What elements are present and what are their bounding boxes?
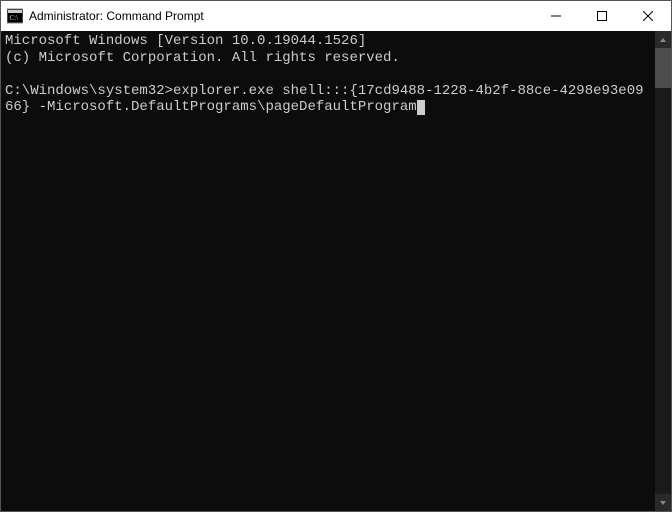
window-controls: [533, 1, 671, 31]
scroll-track[interactable]: [655, 48, 671, 494]
terminal-line: (c) Microsoft Corporation. All rights re…: [5, 50, 400, 66]
scroll-thumb[interactable]: [655, 48, 671, 88]
minimize-button[interactable]: [533, 1, 579, 31]
close-button[interactable]: [625, 1, 671, 31]
window-title: Administrator: Command Prompt: [29, 9, 204, 23]
vertical-scrollbar[interactable]: [655, 31, 671, 511]
titlebar[interactable]: C:\ Administrator: Command Prompt: [1, 1, 671, 31]
client-area: Microsoft Windows [Version 10.0.19044.15…: [1, 31, 671, 511]
terminal-output[interactable]: Microsoft Windows [Version 10.0.19044.15…: [1, 31, 655, 511]
terminal-prompt-line: C:\Windows\system32>explorer.exe shell::…: [5, 83, 644, 116]
command-prompt-window: C:\ Administrator: Command Prompt Micros…: [0, 0, 672, 512]
prompt-path: C:\Windows\system32>: [5, 83, 173, 99]
cmd-icon: C:\: [7, 8, 23, 24]
scroll-down-arrow-icon[interactable]: [655, 494, 671, 511]
maximize-button[interactable]: [579, 1, 625, 31]
text-cursor: [417, 100, 425, 115]
scroll-up-arrow-icon[interactable]: [655, 31, 671, 48]
terminal-line: Microsoft Windows [Version 10.0.19044.15…: [5, 33, 366, 49]
svg-text:C:\: C:\: [10, 14, 19, 22]
